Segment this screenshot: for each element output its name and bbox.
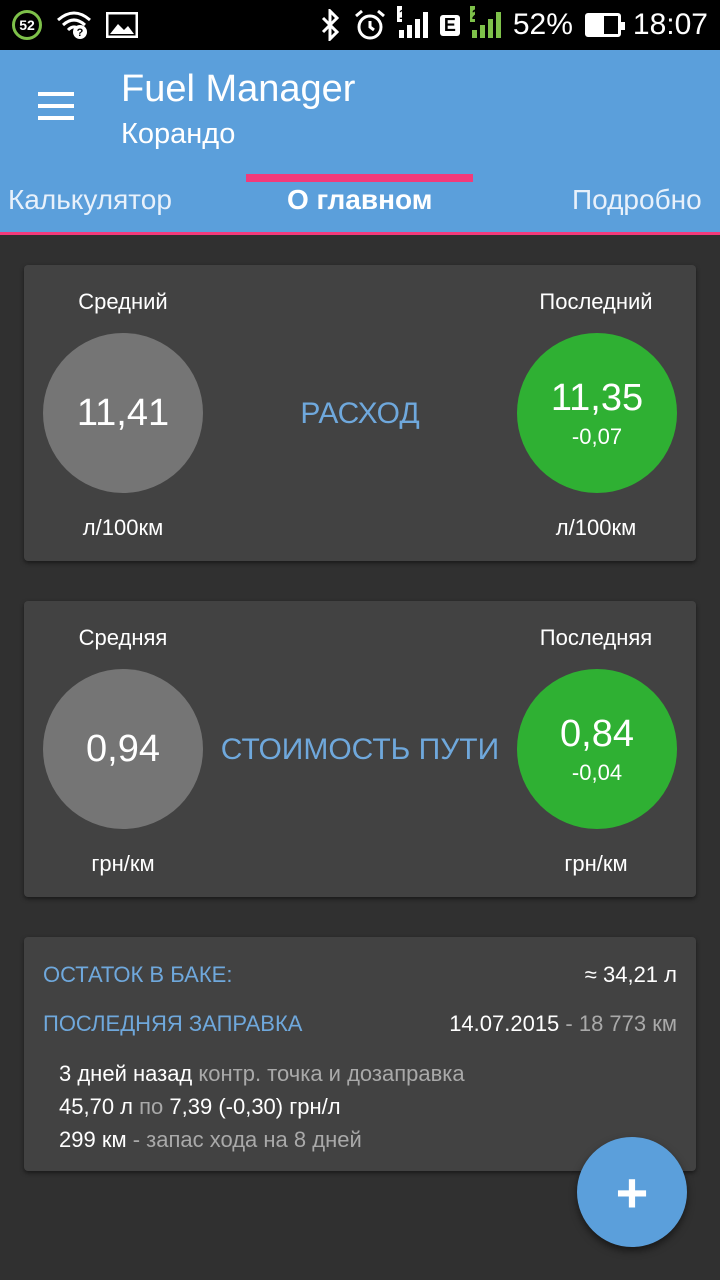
consumption-last-delta: -0,07 — [571, 423, 623, 449]
days-ago: 3 дней назад — [59, 1061, 193, 1086]
last-fill-date: 14.07.2015 — [449, 1011, 560, 1036]
trip-cost-last-circle[interactable]: 0,84 -0,04 — [517, 669, 677, 829]
fill-detail-line-3: 299 км - запас хода на 8 дней — [59, 1127, 362, 1153]
tank-remaining-value: ≈ 34,21 л — [584, 962, 677, 987]
trip-cost-avg-circle[interactable]: 0,94 — [43, 669, 203, 829]
alarm-icon — [353, 9, 387, 41]
trip-cost-title: СТОИМОСТЬ ПУТИ — [220, 733, 500, 766]
hamburger-menu-icon[interactable] — [38, 92, 74, 120]
tank-remaining-row: ОСТАТОК В БАКЕ: ≈ 34,21 л — [43, 962, 677, 988]
trip-cost-last-value: 0,84 — [560, 712, 634, 755]
tab-calculator[interactable]: Калькулятор — [8, 184, 172, 216]
consumption-last-value: 11,35 — [550, 376, 644, 419]
app-title: Fuel Manager — [121, 68, 356, 110]
tab-details[interactable]: Подробно — [572, 184, 702, 216]
trip-cost-last-delta: -0,04 — [571, 759, 623, 785]
trip-cost-avg-label: Средняя — [78, 625, 168, 650]
notification-badge: 52 — [12, 10, 42, 40]
trip-cost-avg-value: 0,94 — [86, 727, 160, 770]
consumption-card: Средний Последний 11,41 РАСХОД 11,35 -0,… — [24, 265, 696, 561]
vehicle-name: Корандо — [121, 118, 236, 150]
trip-cost-unit-right: грн/км — [564, 851, 628, 876]
tab-bar: Калькулятор О главном Подробно — [0, 182, 720, 234]
battery-level-fill — [587, 16, 604, 34]
signal-sim1-icon: 1 — [396, 6, 428, 38]
app-bar: Fuel Manager Корандо Калькулятор О главн… — [0, 50, 720, 234]
consumption-last-circle[interactable]: 11,35 -0,07 — [517, 333, 677, 493]
range-km: 299 км — [59, 1127, 127, 1152]
fill-detail-line-2: 45,70 л по 7,39 (-0,30) грн/л — [59, 1094, 341, 1120]
last-fill-label: ПОСЛЕДНЯЯ ЗАПРАВКА — [43, 1011, 303, 1036]
trip-cost-unit-left: грн/км — [91, 851, 155, 876]
consumption-unit-right: л/100км — [555, 515, 637, 540]
image-notification-icon — [106, 12, 138, 38]
fill-price-prefix: по — [133, 1094, 170, 1119]
last-fill-row: ПОСЛЕДНЯЯ ЗАПРАВКА 14.07.2015 - 18 773 к… — [43, 1011, 677, 1037]
fill-detail-line-1: 3 дней назад контр. точка и дозаправка — [59, 1061, 465, 1087]
fill-type: контр. точка и дозаправка — [192, 1061, 465, 1086]
fill-price: 7,39 (-0,30) грн/л — [169, 1094, 341, 1119]
tab-overview[interactable]: О главном — [287, 184, 432, 216]
wifi-icon: ? — [56, 10, 92, 40]
battery-percent: 52% — [512, 8, 573, 41]
consumption-avg-circle[interactable]: 11,41 — [43, 333, 203, 493]
consumption-last-label: Последний — [539, 289, 653, 314]
active-tab-indicator — [246, 174, 473, 182]
svg-text:?: ? — [77, 27, 84, 39]
clock: 18:07 — [632, 8, 708, 41]
consumption-avg-label: Средний — [78, 289, 168, 314]
bluetooth-icon — [319, 9, 341, 41]
consumption-title: РАСХОД — [300, 397, 420, 430]
status-bar: 52 ? 1 E 2 52% 18:07 — [0, 0, 720, 50]
network-type-badge: E — [439, 14, 460, 36]
consumption-unit-left: л/100км — [82, 515, 164, 540]
add-refuel-button[interactable]: + — [577, 1137, 687, 1247]
battery-icon — [584, 13, 625, 37]
signal-sim2-icon: 2 — [469, 6, 501, 38]
trip-cost-last-label: Последняя — [539, 625, 653, 650]
tank-info-card[interactable]: ОСТАТОК В БАКЕ: ≈ 34,21 л ПОСЛЕДНЯЯ ЗАПР… — [24, 937, 696, 1171]
trip-cost-card: Средняя Последняя 0,94 СТОИМОСТЬ ПУТИ 0,… — [24, 601, 696, 897]
range-days: - запас хода на 8 дней — [126, 1127, 362, 1152]
fill-volume: 45,70 л — [59, 1094, 134, 1119]
last-fill-odometer: - 18 773 км — [559, 1011, 677, 1036]
tab-divider — [0, 232, 720, 235]
consumption-avg-value: 11,41 — [76, 391, 170, 434]
tank-remaining-label: ОСТАТОК В БАКЕ: — [43, 962, 233, 987]
